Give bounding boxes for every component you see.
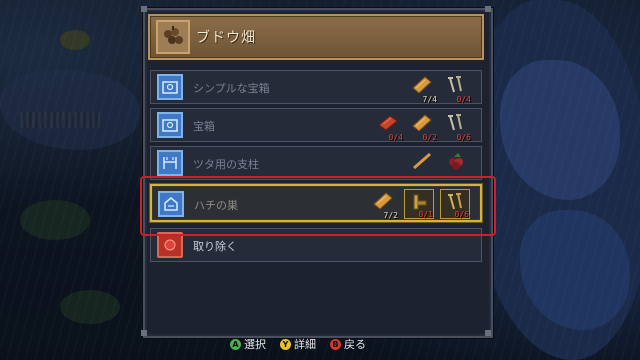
hint-label: 詳細 xyxy=(294,338,316,351)
list-item-vine-trellis[interactable]: ツタ用の支柱 xyxy=(150,146,482,180)
ingredient-count: 0/6 xyxy=(456,133,471,142)
ingredient-wood: 0/2 xyxy=(407,111,437,142)
hint-select[interactable]: A 選択 xyxy=(230,336,266,352)
y-button-icon: Y xyxy=(280,338,291,350)
ingredient-wood: 7/4 xyxy=(407,73,437,104)
ingredient-count: 0/2 xyxy=(422,133,437,142)
a-button-icon: A xyxy=(230,338,241,350)
panel-corner xyxy=(485,6,491,12)
ingredient-count: 0/4 xyxy=(456,95,471,104)
panel-corner xyxy=(485,330,491,336)
list-item-simple-chest[interactable]: シンプルな宝箱 7/4 0/4 xyxy=(150,70,482,104)
ingredient-nails: 0/6 xyxy=(441,111,471,142)
item-label: シンプルな宝箱 xyxy=(193,82,270,95)
chest-blueprint-icon xyxy=(157,74,183,100)
panel-corner xyxy=(141,6,147,12)
nails-icon xyxy=(448,76,462,93)
hint-label: 戻る xyxy=(344,338,366,351)
remove-label: 取り除く xyxy=(193,240,237,253)
b-button-icon: B xyxy=(330,338,341,350)
chest-blueprint-icon xyxy=(157,112,183,138)
ingredient-nails: 0/4 xyxy=(441,73,471,104)
trellis-blueprint-icon xyxy=(157,150,183,176)
stick-icon xyxy=(413,152,431,170)
list-item-chest[interactable]: 宝箱 0/4 0/2 0/6 xyxy=(150,108,482,142)
berries-icon xyxy=(449,153,463,170)
ingredient-brick: 0/4 xyxy=(373,111,403,142)
ingredient-stick xyxy=(407,149,437,179)
menu-header: ブドウ畑 xyxy=(148,14,484,60)
item-label: 宝箱 xyxy=(193,120,215,133)
wood-plank-icon xyxy=(412,114,432,132)
hint-details[interactable]: Y 詳細 xyxy=(280,336,316,352)
menu-title: ブドウ畑 xyxy=(196,30,256,46)
ingredient-count: 7/4 xyxy=(422,95,437,104)
vineyard-icon xyxy=(156,20,190,54)
item-label: ツタ用の支柱 xyxy=(193,158,259,171)
wood-plank-icon xyxy=(412,76,432,94)
ingredient-berries xyxy=(441,149,471,179)
selection-outline xyxy=(140,176,496,236)
button-hints: A 選択 Y 詳細 B 戻る xyxy=(230,336,374,352)
panel-corner xyxy=(141,330,147,336)
hint-back[interactable]: B 戻る xyxy=(330,336,366,352)
hint-label: 選択 xyxy=(244,338,266,351)
nails-icon xyxy=(448,114,462,131)
ingredient-count: 0/4 xyxy=(388,133,403,142)
clay-brick-icon xyxy=(378,115,398,131)
